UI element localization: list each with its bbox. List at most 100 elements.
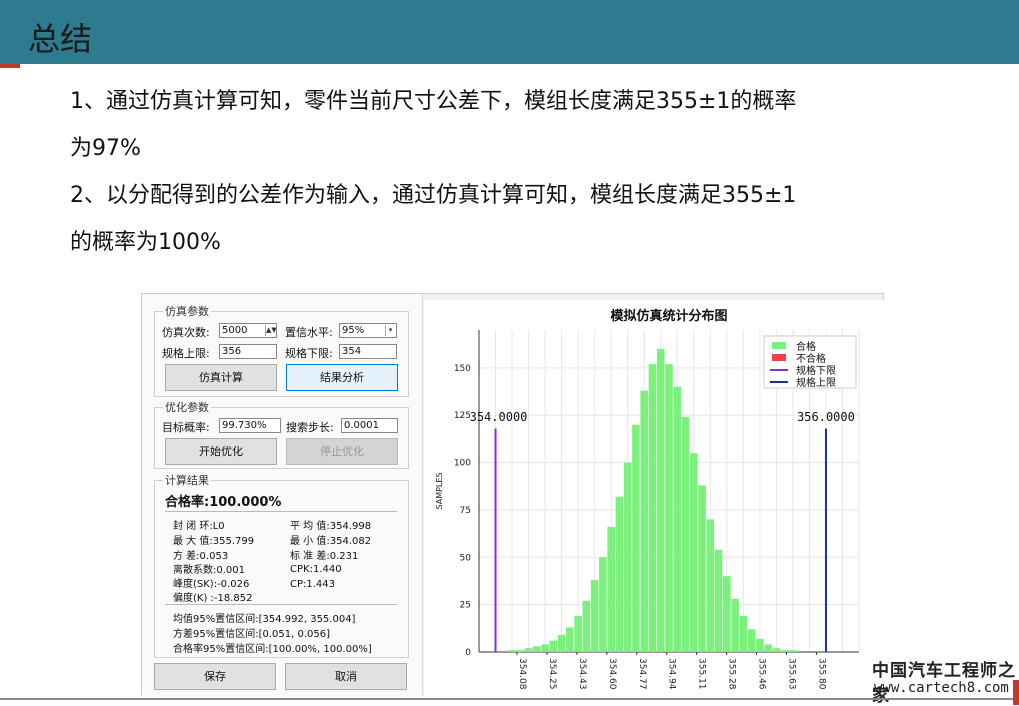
histogram-bar xyxy=(739,616,748,652)
save-button[interactable]: 保存 xyxy=(154,663,276,690)
y-tick-label: 0 xyxy=(465,648,471,658)
legend-swatch xyxy=(772,342,786,349)
count-input[interactable]: 5000 ▲▼ xyxy=(219,323,277,338)
result-item: CP:1.443 xyxy=(290,579,336,590)
group-title: 计算结果 xyxy=(163,472,211,488)
legend-entry: 规格上限 xyxy=(796,376,836,389)
result-item: 方 差:0.053 xyxy=(173,551,229,562)
x-tick-label: 355.46 xyxy=(757,658,767,690)
result-item: 标 准 差:0.231 xyxy=(290,551,359,562)
result-item: 封 闭 环:L0 xyxy=(173,521,225,532)
interval-item: 均值95%置信区间:[354.992, 355.004] xyxy=(173,614,356,625)
histogram-bar xyxy=(789,650,797,652)
legend-entry: 不合格 xyxy=(796,352,826,365)
x-tick-label: 354.25 xyxy=(547,658,557,690)
distribution-chart: 模拟仿真统计分布图 0 25 50 75 100 125 150 SAMPLES 354.0000… xyxy=(435,308,860,690)
histogram-bar xyxy=(566,627,574,652)
histogram-bar xyxy=(764,644,772,652)
simulate-button[interactable]: 仿真计算 xyxy=(165,364,277,391)
analyze-button[interactable]: 结果分析 xyxy=(286,364,398,391)
footer-accent xyxy=(1013,680,1019,705)
histogram-bar xyxy=(714,549,723,652)
result-item: 最 小 值:354.082 xyxy=(290,536,372,547)
result-item: CPK:1.440 xyxy=(290,564,342,575)
histogram-bar xyxy=(640,390,649,652)
opt-params-group: 优化参数 目标概率: 99.730% 搜索步长: 0.0001 开始优化 停止优… xyxy=(154,399,409,469)
histogram-bar xyxy=(590,580,599,652)
chevron-down-icon[interactable]: ▾ xyxy=(385,325,395,336)
start-optimize-button[interactable]: 开始优化 xyxy=(165,438,277,465)
target-input[interactable]: 99.730% xyxy=(219,418,281,433)
y-axis-label: SAMPLES xyxy=(435,472,444,509)
lower-input[interactable]: 354 xyxy=(339,344,397,359)
histogram-bar xyxy=(516,650,525,652)
count-label: 仿真次数: xyxy=(162,326,210,339)
histogram-bar xyxy=(574,616,582,652)
histogram-bar xyxy=(772,648,781,652)
step-label: 搜索步长: xyxy=(286,421,334,434)
chart-title: 模拟仿真统计分布图 xyxy=(610,308,727,324)
x-tick-label: 354.77 xyxy=(637,658,647,690)
result-item: 峰度(SK):-0.026 xyxy=(173,579,250,590)
histogram-bar xyxy=(524,648,533,652)
x-tick-label: 354.94 xyxy=(667,658,677,690)
histogram-bar xyxy=(780,650,789,652)
result-item: 最 大 值:355.799 xyxy=(173,536,255,547)
simulation-window: 仿真参数 仿真次数: 5000 ▲▼ 置信水平: 95% ▾ 规格上限: 356 规… xyxy=(141,293,884,696)
histogram-bar xyxy=(673,386,682,652)
divider xyxy=(165,511,397,512)
histogram-bar xyxy=(582,600,591,652)
x-tick-label: 355.28 xyxy=(727,658,737,690)
confidence-label: 置信水平: xyxy=(285,326,333,339)
step-input[interactable]: 0.0001 xyxy=(341,418,398,433)
histogram-bar xyxy=(756,638,764,652)
histogram-bar xyxy=(665,364,673,652)
x-tick-label: 355.80 xyxy=(816,658,826,690)
result-item: 平 均 值:354.998 xyxy=(290,521,372,532)
histogram-bar xyxy=(541,644,549,652)
x-tick-label: 355.63 xyxy=(786,658,796,690)
summary-line: 2、以分配得到的公差作为输入，通过仿真计算可知，模组长度满足355±1 xyxy=(70,183,797,208)
histogram-bar xyxy=(533,646,541,652)
histogram-bar xyxy=(656,348,665,652)
confidence-select[interactable]: 95% ▾ xyxy=(339,323,397,338)
histogram-bar xyxy=(681,417,690,652)
histogram-bar xyxy=(648,364,657,652)
spin-icon[interactable]: ▲▼ xyxy=(265,325,276,336)
control-panel: 仿真参数 仿真次数: 5000 ▲▼ 置信水平: 95% ▾ 规格上限: 356 规… xyxy=(142,294,423,696)
spec-upper-label: 356.0000 xyxy=(797,410,855,424)
group-title: 仿真参数 xyxy=(163,303,211,319)
target-label: 目标概率: xyxy=(162,421,210,434)
summary-line: 为97% xyxy=(70,136,141,161)
histogram-bar xyxy=(623,462,632,652)
footer-line xyxy=(0,698,1019,700)
slide-title-bar: 总结 xyxy=(0,0,1019,64)
histogram-bar xyxy=(557,634,566,652)
histogram-bar xyxy=(615,496,624,652)
interval-item: 方差95%置信区间:[0.051, 0.056] xyxy=(173,629,331,640)
histogram-bar xyxy=(698,485,706,652)
y-tick-label: 50 xyxy=(460,553,472,563)
watermark-url: www.cartech8.com xyxy=(874,680,1009,696)
divider xyxy=(165,604,397,605)
histogram-bar xyxy=(632,424,640,652)
results-group: 计算结果 合格率:100.000% 封 闭 环:L0 最 大 值:355.799… xyxy=(154,472,409,658)
interval-item: 合格率95%置信区间:[100.00%, 100.00%] xyxy=(173,644,372,655)
x-tick-label: 354.08 xyxy=(517,658,527,690)
pass-rate: 合格率:100.000% xyxy=(165,495,282,510)
lower-label: 规格下限: xyxy=(285,347,333,360)
y-tick-label: 150 xyxy=(454,364,471,374)
y-tick-label: 100 xyxy=(454,459,471,469)
stop-optimize-button[interactable]: 停止优化 xyxy=(286,438,398,465)
histogram-bar xyxy=(607,526,615,652)
y-tick-label: 25 xyxy=(460,601,471,611)
histogram-bar xyxy=(731,598,739,652)
sim-params-group: 仿真参数 仿真次数: 5000 ▲▼ 置信水平: 95% ▾ 规格上限: 356 规… xyxy=(154,303,409,397)
result-item: 离散系数:0.001 xyxy=(173,565,245,576)
upper-label: 规格上限: xyxy=(162,347,210,360)
legend-swatch xyxy=(772,354,786,361)
cancel-button[interactable]: 取消 xyxy=(285,663,407,690)
legend-entry: 合格 xyxy=(796,340,816,353)
upper-input[interactable]: 356 xyxy=(219,344,277,359)
histogram-bar xyxy=(599,557,607,652)
